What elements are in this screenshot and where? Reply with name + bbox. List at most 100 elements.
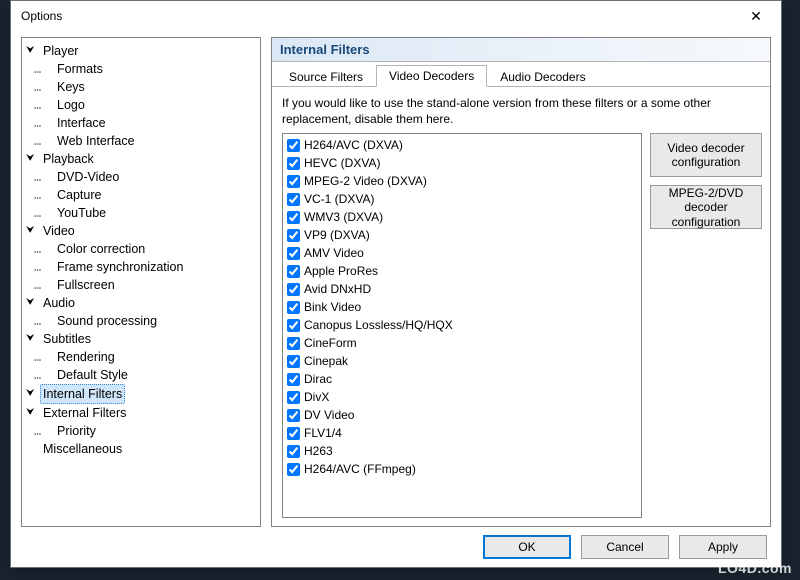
watermark: LO4D.com	[718, 560, 792, 576]
filter-checkbox[interactable]	[287, 211, 300, 224]
apply-button[interactable]: Apply	[679, 535, 767, 559]
filter-row[interactable]: Canopus Lossless/HQ/HQX	[287, 316, 637, 334]
side-action-button[interactable]: Video decoder configuration	[650, 133, 762, 177]
filter-row[interactable]: CineForm	[287, 334, 637, 352]
filter-row[interactable]: AMV Video	[287, 244, 637, 262]
filter-label: Bink Video	[304, 300, 361, 314]
tab[interactable]: Video Decoders	[376, 65, 487, 87]
chevron-down-icon: ⮟	[26, 385, 36, 403]
filter-row[interactable]: HEVC (DXVA)	[287, 154, 637, 172]
filter-row[interactable]: DivX	[287, 388, 637, 406]
filter-checkbox[interactable]	[287, 319, 300, 332]
panel-content: H264/AVC (DXVA) HEVC (DXVA)MPEG-2 Video (…	[272, 133, 770, 526]
filter-label: Canopus Lossless/HQ/HQX	[304, 318, 453, 332]
tree-item-label: Sound processing	[54, 312, 160, 330]
tab[interactable]: Source Filters	[276, 66, 376, 87]
tree-category[interactable]: ⮟Video	[24, 222, 258, 240]
tree-item[interactable]: …Frame synchronization	[24, 258, 258, 276]
tree-item[interactable]: …Sound processing	[24, 312, 258, 330]
tree-item-label: Logo	[54, 96, 88, 114]
filter-row[interactable]: Cinepak	[287, 352, 637, 370]
close-button[interactable]: ✕	[739, 2, 773, 30]
filter-row[interactable]: Dirac	[287, 370, 637, 388]
category-tree[interactable]: ⮟Player…Formats…Keys…Logo…Interface…Web …	[21, 37, 261, 527]
panel-title: Internal Filters	[272, 38, 770, 62]
filter-row[interactable]: MPEG-2 Video (DXVA)	[287, 172, 637, 190]
filter-checkbox[interactable]	[287, 265, 300, 278]
filter-checkbox[interactable]	[287, 391, 300, 404]
tree-category[interactable]: ⮟Player	[24, 42, 258, 60]
filter-checkbox[interactable]	[287, 445, 300, 458]
filter-checkbox[interactable]	[287, 409, 300, 422]
filter-row[interactable]: Bink Video	[287, 298, 637, 316]
filter-label: H264/AVC (DXVA)	[304, 138, 403, 152]
chevron-down-icon: ⮟	[26, 150, 36, 168]
tree-category-label: Player	[40, 42, 81, 60]
filter-row[interactable]: H264/AVC (FFmpeg)	[287, 460, 637, 478]
tree-item[interactable]: …Default Style	[24, 366, 258, 384]
tree-item-label: Priority	[54, 422, 99, 440]
filter-label: DV Video	[304, 408, 354, 422]
tree-category[interactable]: ⮟External Filters	[24, 404, 258, 422]
tree-item[interactable]: …Fullscreen	[24, 276, 258, 294]
filter-checkbox[interactable]	[287, 157, 300, 170]
tree-item[interactable]: …DVD-Video	[24, 168, 258, 186]
filter-row[interactable]: Apple ProRes	[287, 262, 637, 280]
cancel-button[interactable]: Cancel	[581, 535, 669, 559]
filter-checkbox[interactable]	[287, 355, 300, 368]
tree-category-label: Miscellaneous	[40, 440, 125, 458]
tree-item[interactable]: …YouTube	[24, 204, 258, 222]
tree-guide-icon: …	[34, 96, 54, 114]
filter-row[interactable]: H264/AVC (DXVA)	[287, 136, 637, 154]
tree-category[interactable]: Miscellaneous	[24, 440, 258, 458]
filter-listbox[interactable]: H264/AVC (DXVA) HEVC (DXVA)MPEG-2 Video (…	[282, 133, 642, 518]
tree-item[interactable]: …Web Interface	[24, 132, 258, 150]
filter-row[interactable]: DV Video	[287, 406, 637, 424]
tab[interactable]: Audio Decoders	[487, 66, 598, 87]
tree-guide-icon: …	[34, 168, 54, 186]
tree-item[interactable]: …Logo	[24, 96, 258, 114]
tree-guide-icon: …	[34, 240, 54, 258]
filter-checkbox[interactable]	[287, 229, 300, 242]
filter-checkbox[interactable]	[287, 301, 300, 314]
tree-item[interactable]: …Interface	[24, 114, 258, 132]
filter-label: WMV3 (DXVA)	[304, 210, 383, 224]
tree-item[interactable]: …Priority	[24, 422, 258, 440]
filter-row[interactable]: Avid DNxHD	[287, 280, 637, 298]
filter-checkbox[interactable]	[287, 193, 300, 206]
filter-checkbox[interactable]	[287, 283, 300, 296]
filter-checkbox[interactable]	[287, 373, 300, 386]
window-title: Options	[19, 9, 62, 23]
tree-category[interactable]: ⮟Internal Filters	[24, 384, 258, 404]
tree-item[interactable]: …Rendering	[24, 348, 258, 366]
filter-checkbox[interactable]	[287, 247, 300, 260]
side-action-button[interactable]: MPEG-2/DVD decoder configuration	[650, 185, 762, 229]
filter-checkbox[interactable]	[287, 175, 300, 188]
filter-row[interactable]: WMV3 (DXVA)	[287, 208, 637, 226]
ok-button[interactable]: OK	[483, 535, 571, 559]
tree-item[interactable]: …Color correction	[24, 240, 258, 258]
filter-checkbox[interactable]	[287, 427, 300, 440]
tree-guide-icon: …	[34, 78, 54, 96]
filter-row[interactable]: VP9 (DXVA)	[287, 226, 637, 244]
tree-category[interactable]: ⮟Subtitles	[24, 330, 258, 348]
tree-category[interactable]: ⮟Audio	[24, 294, 258, 312]
filter-checkbox[interactable]	[287, 139, 300, 152]
filter-row[interactable]: VC-1 (DXVA)	[287, 190, 637, 208]
tree-guide-icon: …	[34, 186, 54, 204]
tree-item-label: Color correction	[54, 240, 148, 258]
app-background: Options ✕ ⮟Player…Formats…Keys…Logo…Inte…	[0, 0, 800, 580]
tree-item[interactable]: …Capture	[24, 186, 258, 204]
tree-item[interactable]: …Formats	[24, 60, 258, 78]
filter-row[interactable]: H263	[287, 442, 637, 460]
tab-strip: Source FiltersVideo DecodersAudio Decode…	[272, 62, 770, 87]
filter-checkbox[interactable]	[287, 337, 300, 350]
filter-checkbox[interactable]	[287, 463, 300, 476]
titlebar: Options ✕	[11, 1, 781, 31]
filter-label: Apple ProRes	[304, 264, 378, 278]
tree-category[interactable]: ⮟Playback	[24, 150, 258, 168]
tree-item-label: Web Interface	[54, 132, 138, 150]
filter-row[interactable]: FLV1/4	[287, 424, 637, 442]
tree-item[interactable]: …Keys	[24, 78, 258, 96]
tree-item-label: Interface	[54, 114, 109, 132]
